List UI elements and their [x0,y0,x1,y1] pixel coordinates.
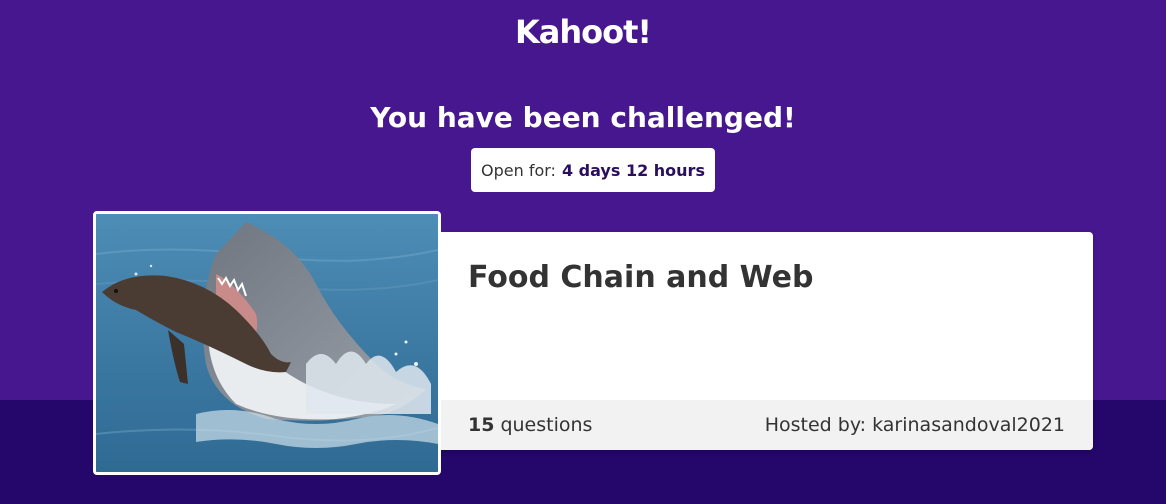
open-for-label: Open for: [481,160,556,180]
kahoot-card-footer: 15 questions Hosted by: karinasandoval202… [439,400,1093,450]
question-count: 15 [468,414,495,436]
hosted-by: Hosted by: karinasandoval2021 [764,414,1065,436]
question-count-info: 15 questions [468,414,592,436]
open-for-badge: Open for: 4 days 12 hours [471,148,715,192]
kahoot-card: Food Chain and Web 15 questions Hosted by… [439,232,1093,450]
open-for-value: 4 days 12 hours [561,160,705,180]
kahoot-cover-image [93,211,441,475]
kahoot-title: Food Chain and Web [468,260,814,295]
shark-seal-image [96,214,438,472]
challenge-headline: You have been challenged! [370,101,796,134]
question-count-label: questions [500,414,593,436]
kahoot-logo[interactable]: Kahoot! [0,8,1166,56]
